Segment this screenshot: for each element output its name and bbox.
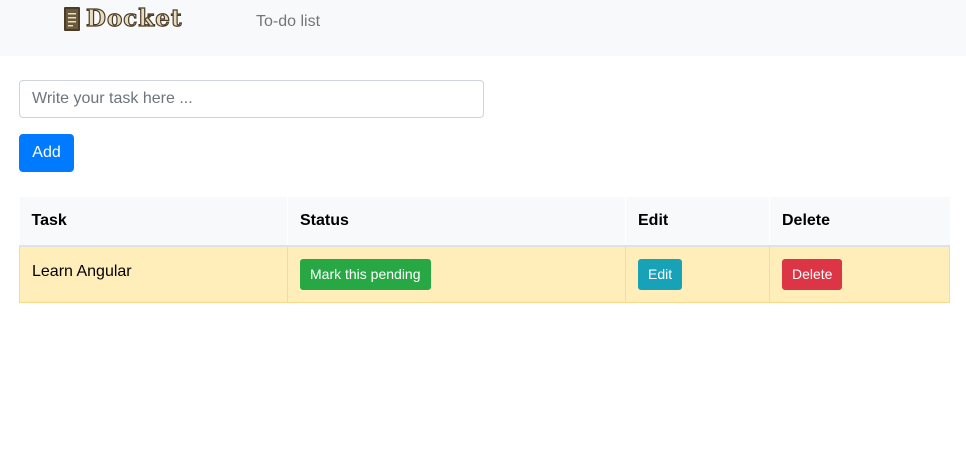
add-button[interactable]: Add xyxy=(19,134,74,172)
column-header-task: Task xyxy=(19,197,288,247)
brand-name: Docket xyxy=(85,5,183,32)
task-name-cell: Learn Angular xyxy=(19,245,288,303)
mark-pending-button[interactable]: Mark this pending xyxy=(300,258,431,290)
edit-cell: Edit xyxy=(625,245,770,303)
nav-link-todo-list[interactable]: To-do list xyxy=(256,12,320,32)
task-input[interactable] xyxy=(19,80,484,118)
table-header-row: Task Status Edit Delete xyxy=(19,197,950,247)
column-header-edit: Edit xyxy=(625,197,770,247)
column-header-delete: Delete xyxy=(769,197,950,247)
brand-logo[interactable]: Docket xyxy=(62,5,183,32)
task-table: Task Status Edit Delete Learn Angular Ma… xyxy=(19,197,950,303)
navbar: Docket To-do list xyxy=(0,0,966,56)
delete-button[interactable]: Delete xyxy=(782,258,843,290)
notebook-icon xyxy=(64,7,80,31)
status-cell: Mark this pending xyxy=(287,245,626,303)
table-row: Learn Angular Mark this pending Edit Del… xyxy=(19,245,950,303)
edit-button[interactable]: Edit xyxy=(638,258,683,290)
column-header-status: Status xyxy=(287,197,626,247)
delete-cell: Delete xyxy=(769,245,950,303)
